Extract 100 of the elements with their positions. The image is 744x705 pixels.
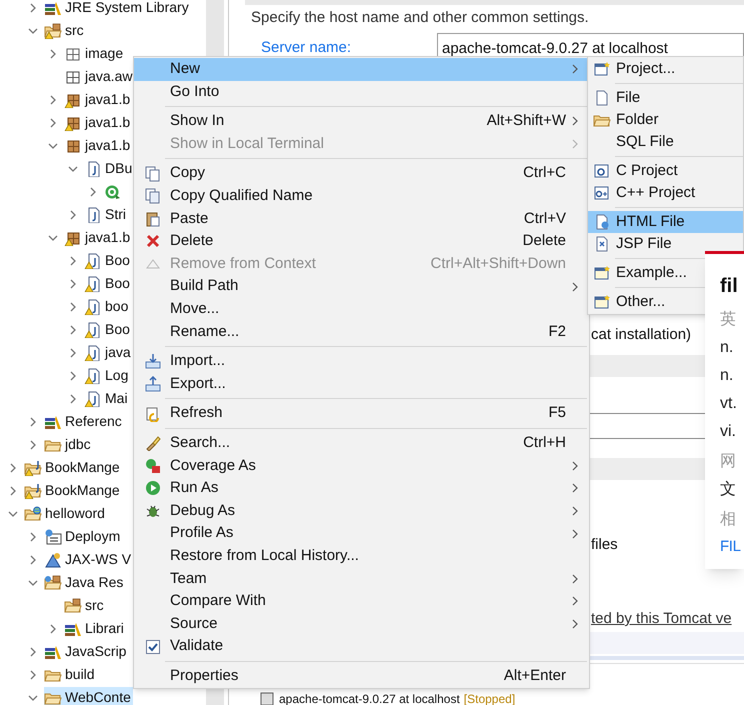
menu-item[interactable]: Coverage As bbox=[134, 454, 589, 478]
tree-item[interactable]: src bbox=[64, 594, 106, 616]
menu-item[interactable]: Compare With bbox=[134, 590, 589, 613]
tree-item[interactable]: Boo bbox=[84, 250, 132, 272]
tree-item[interactable]: JRE System Library bbox=[44, 0, 191, 18]
menu-item[interactable]: C++ Project bbox=[588, 182, 743, 204]
tree-item[interactable]: java1.b bbox=[64, 134, 132, 156]
books-icon bbox=[64, 620, 82, 636]
menu-item[interactable]: Build Path bbox=[134, 275, 589, 298]
tree-item[interactable]: Referenc bbox=[44, 410, 124, 432]
dictionary-link[interactable]: FIL bbox=[720, 534, 744, 560]
coverage-icon bbox=[144, 458, 160, 474]
tree-item[interactable]: BookMange bbox=[24, 456, 122, 478]
tree-item[interactable]: boo bbox=[84, 296, 130, 318]
menu-item[interactable]: Search... Ctrl+H bbox=[134, 432, 589, 454]
menu-item[interactable]: Profile As bbox=[134, 522, 589, 545]
tree-item[interactable]: Boo bbox=[84, 272, 132, 294]
file-icon bbox=[594, 90, 610, 106]
menu-item[interactable]: Debug As bbox=[134, 500, 589, 522]
shortcut-label: Ctrl+V bbox=[524, 208, 566, 229]
tree-item[interactable]: BookMange bbox=[24, 480, 122, 502]
shortcut-label: Alt+Shift+W bbox=[486, 111, 566, 132]
java-file-warning-icon bbox=[84, 390, 102, 406]
tree-item[interactable]: java1.b bbox=[64, 88, 132, 110]
menu-item[interactable]: Folder bbox=[588, 109, 743, 131]
package-folder-icon bbox=[44, 22, 62, 38]
tree-item[interactable]: jdbc bbox=[44, 434, 93, 456]
menu-item[interactable]: Copy Qualified Name bbox=[134, 184, 589, 208]
tree-item[interactable]: Log bbox=[84, 364, 130, 386]
menu-item[interactable]: Source bbox=[134, 612, 589, 636]
copy-icon bbox=[144, 166, 160, 182]
shortcut-label: Alt+Enter bbox=[504, 666, 566, 686]
tree-item[interactable]: Java Res bbox=[44, 572, 126, 594]
menu-item[interactable]: Run As bbox=[134, 477, 589, 500]
tree-item[interactable]: DBu bbox=[84, 158, 134, 180]
shortcut-label: Ctrl+C bbox=[523, 163, 566, 184]
books-icon bbox=[44, 414, 62, 430]
project-folder-icon bbox=[24, 460, 42, 476]
server-name[interactable]: apache-tomcat-9.0.27 at localhost bbox=[279, 692, 460, 705]
tree-item[interactable]: image bbox=[64, 42, 126, 64]
package-folder-icon bbox=[44, 574, 62, 590]
tree-item[interactable]: Stri bbox=[84, 204, 128, 226]
menu-item[interactable]: New bbox=[134, 58, 589, 81]
package-warning-icon bbox=[64, 114, 82, 130]
tree-item[interactable]: java1.b bbox=[64, 226, 132, 248]
java-file-warning-icon bbox=[84, 276, 102, 292]
menu-item[interactable]: Delete Delete bbox=[134, 230, 589, 253]
menu-item[interactable]: Move... bbox=[134, 298, 589, 321]
tree-item[interactable]: Boo bbox=[84, 318, 132, 340]
headword: fil bbox=[720, 274, 739, 299]
copy-icon bbox=[144, 188, 160, 204]
tree-item[interactable]: Librari bbox=[64, 618, 126, 640]
menu-item[interactable]: Team bbox=[134, 567, 589, 590]
tree-item[interactable]: helloword bbox=[24, 502, 107, 524]
tree-item[interactable]: build bbox=[44, 664, 97, 686]
html-file-icon bbox=[594, 214, 610, 230]
link-text[interactable]: ted by this Tomcat ve bbox=[591, 608, 732, 630]
menu-item[interactable]: Show In Alt+Shift+W bbox=[134, 110, 589, 133]
menu-item[interactable]: Go Into bbox=[134, 80, 589, 104]
package-icon bbox=[64, 68, 82, 84]
tree-item[interactable]: Deploym bbox=[44, 526, 122, 548]
shortcut-label: Ctrl+H bbox=[523, 432, 566, 453]
package-icon bbox=[64, 46, 82, 62]
menu-item[interactable]: Import... bbox=[134, 350, 589, 373]
menu-item[interactable]: Properties Alt+Enter bbox=[134, 664, 589, 688]
books-icon bbox=[44, 644, 62, 660]
menu-item[interactable]: Copy Ctrl+C bbox=[134, 162, 589, 185]
tree-item[interactable]: src bbox=[44, 20, 86, 42]
tree-item[interactable]: java1.b bbox=[64, 112, 132, 134]
play-icon bbox=[144, 480, 160, 496]
tree-item[interactable]: WebConte bbox=[44, 686, 133, 705]
menu-item[interactable]: JSP File bbox=[588, 233, 743, 255]
java-file-warning-icon bbox=[84, 252, 102, 268]
tree-item[interactable]: JAX-WS V bbox=[44, 548, 134, 570]
menu-item[interactable]: C Project bbox=[588, 160, 743, 182]
tree-item[interactable]: JavaScrip bbox=[44, 640, 128, 662]
server-name-link[interactable]: Server name: bbox=[261, 37, 352, 60]
shortcut-label: Ctrl+Alt+Shift+Down bbox=[430, 254, 566, 274]
menu-item[interactable]: Project... bbox=[588, 58, 743, 80]
tree-item[interactable]: java bbox=[84, 342, 133, 364]
menu-item[interactable]: Refresh F5 bbox=[134, 402, 589, 425]
tree-item[interactable]: java.aw bbox=[64, 66, 134, 88]
tree-item[interactable]: Mai bbox=[84, 388, 130, 410]
menu-item[interactable]: Paste Ctrl+V bbox=[134, 208, 589, 230]
menu-item[interactable]: File bbox=[588, 87, 743, 109]
menu-item[interactable]: HTML File bbox=[588, 211, 743, 233]
window-icon bbox=[594, 61, 610, 77]
dictionary-line: n. bbox=[720, 338, 734, 358]
package-warning-icon bbox=[64, 230, 82, 246]
document-icon bbox=[44, 528, 62, 544]
globe-folder-icon bbox=[24, 506, 42, 522]
cpp-project-icon bbox=[594, 185, 610, 201]
menu-item[interactable]: Restore from Local History... bbox=[134, 544, 589, 568]
dictionary-line: 英 bbox=[720, 310, 737, 330]
menu-item[interactable]: Rename... F2 bbox=[134, 320, 589, 344]
package-warning-icon bbox=[64, 92, 82, 108]
menu-item[interactable]: Validate bbox=[134, 635, 589, 658]
menu-item[interactable]: SQL File bbox=[588, 131, 743, 153]
menu-item[interactable]: Export... bbox=[134, 372, 589, 396]
description-text: Specify the host name and other common settings. bbox=[251, 8, 589, 28]
